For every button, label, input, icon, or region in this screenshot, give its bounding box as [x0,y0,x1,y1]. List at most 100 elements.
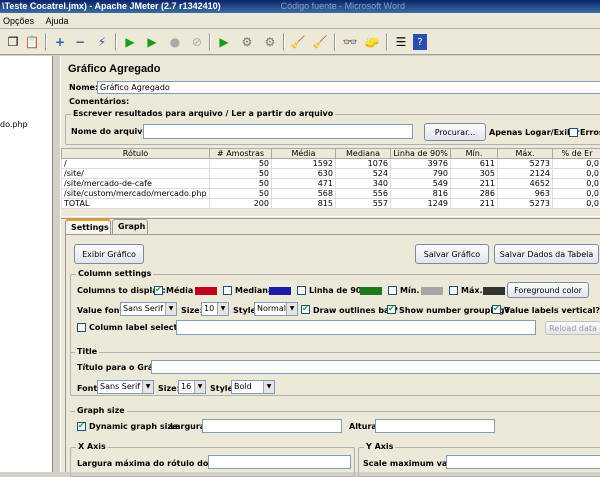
height-label: Altura [349,422,377,431]
column-label-selection-checkbox[interactable] [77,323,86,332]
background-window-title: Código fuente - Microsoft Word [281,1,405,11]
median-label: Mediana [235,286,273,295]
col-header[interactable]: % de Er [553,149,600,159]
table-cell: 568 [272,189,336,199]
col-header[interactable]: # Amostras [210,149,272,159]
col-header[interactable]: Rótulo [62,149,210,159]
max-checkbox[interactable] [449,286,458,295]
average-checkbox[interactable] [154,286,163,295]
table-cell: 816 [391,189,451,199]
name-field[interactable]: Gráfico Agregado [97,81,600,94]
stop-icon[interactable]: ● [165,32,185,52]
table-cell: 3976 [391,159,451,169]
reset-search-icon[interactable]: 🧽 [362,32,382,52]
table-cell: 1249 [391,199,451,209]
dynamic-graph-size-checkbox[interactable] [77,422,86,431]
toggle-icon[interactable]: ⚡ [92,32,112,52]
table-cell: 2124 [498,169,553,179]
table-row[interactable]: /site/mercado-de-cafe5047134054921146520… [62,179,600,189]
title-size-select[interactable]: 16▼ [178,380,206,394]
tab-settings[interactable]: Settings [65,219,111,234]
remote-start-icon[interactable]: ▶ [214,32,234,52]
value-font-select[interactable]: Sans Serif▼ [120,302,177,316]
browse-button[interactable]: Procurar... [424,123,486,141]
title-font-value: Sans Serif [100,382,140,391]
menu-help[interactable]: Ajuda [46,16,69,26]
errors-checkbox[interactable] [569,128,578,137]
toolbar-separator [334,33,336,51]
median-checkbox[interactable] [223,286,232,295]
remote-stop-icon[interactable]: ⚙ [237,32,257,52]
show-graph-button[interactable]: Exibir Gráfico [74,244,144,264]
start-icon[interactable]: ▶ [120,32,140,52]
col-header[interactable]: Mediana [336,149,391,159]
table-cell: 211 [451,199,498,209]
col-header[interactable]: Linha de 90% [391,149,451,159]
search-binoculars-icon[interactable]: 👓 [340,32,360,52]
toolbar-separator [283,33,285,51]
table-row[interactable]: TOTAL200815557124921152730,0 [62,199,600,209]
help-icon[interactable]: ? [413,34,427,50]
remote-shutdown-icon[interactable]: ⚙ [260,32,280,52]
filename-input[interactable] [143,124,413,139]
table-cell: 549 [391,179,451,189]
copy-icon[interactable]: ❐ [3,32,23,52]
save-table-data-button[interactable]: Salvar Dados da Tabela [494,244,599,264]
draw-outlines-checkbox[interactable] [301,305,310,314]
menu-bar: Opções Ajuda [0,13,600,29]
col-header[interactable]: Mín. [451,149,498,159]
x-axis-title: X Axis [76,442,108,451]
table-cell: 50 [210,189,272,199]
value-size-select[interactable]: 10▼ [201,302,229,316]
tree-item[interactable]: do.php [0,120,28,129]
paste-icon[interactable]: 📋 [22,32,42,52]
line90-checkbox[interactable] [297,286,306,295]
function-helper-icon[interactable]: ☰ [391,32,411,52]
value-style-select[interactable]: Normal▼ [254,302,298,316]
width-input[interactable] [202,419,342,433]
table-row[interactable]: /site/custom/mercado/mercado.php50568556… [62,189,600,199]
y-axis-max-input[interactable] [446,455,600,469]
chevron-down-icon: ▼ [165,303,176,315]
table-cell: 5273 [498,199,553,209]
toolbar: ❐ 📋 + − ⚡ ▶ ▶ ● ⊘ ▶ ⚙ ⚙ 🧹 🧹 👓 🧽 ☰ ? [0,29,600,55]
number-grouping-checkbox[interactable] [387,305,396,314]
table-cell: /site/custom/mercado/mercado.php [62,189,210,199]
foreground-color-button[interactable]: Foreground color [507,282,589,298]
average-color-swatch [195,287,217,295]
clear-all-icon[interactable]: 🧹 [310,32,330,52]
col-header[interactable]: Média [272,149,336,159]
value-font-value: Sans Serif [123,304,163,313]
reload-data-button[interactable]: Reload data [545,321,600,335]
dynamic-graph-size-label: Dynamic graph size [89,422,177,431]
x-axis-max-input[interactable] [208,455,351,469]
errors-label: Erros [580,128,600,137]
table-cell: 4652 [498,179,553,189]
table-cell: 556 [336,189,391,199]
columns-to-display-label: Columns to display: [77,286,166,295]
table-row[interactable]: /5015921076397661152730,0 [62,159,600,169]
title-style-select[interactable]: Bold▼ [231,380,275,394]
vertical-labels-checkbox[interactable] [492,305,501,314]
title-font-select[interactable]: Sans Serif▼ [97,380,154,394]
shutdown-icon[interactable]: ⊘ [187,32,207,52]
col-header[interactable]: Máx. [498,149,553,159]
table-cell: 340 [336,179,391,189]
collapse-icon[interactable]: − [70,32,90,52]
min-checkbox[interactable] [388,286,397,295]
tab-graph[interactable]: Graph [112,219,148,234]
table-row[interactable]: /site/5063052479030521240,0 [62,169,600,179]
clear-icon[interactable]: 🧹 [288,32,308,52]
results-table: Rótulo # Amostras Média Mediana Linha de… [61,148,600,209]
expand-icon[interactable]: + [50,32,70,52]
table-cell: /site/ [62,169,210,179]
test-plan-tree[interactable]: do.php [0,56,53,472]
height-input[interactable] [375,419,495,433]
menu-options[interactable]: Opções [3,16,34,26]
table-cell: 815 [272,199,336,209]
start-no-timers-icon[interactable]: ▶ [142,32,162,52]
graph-title-input[interactable] [151,360,600,374]
column-label-selection-input[interactable] [176,320,536,335]
table-cell: 471 [272,179,336,189]
save-graph-button[interactable]: Salvar Gráfico [415,244,489,264]
